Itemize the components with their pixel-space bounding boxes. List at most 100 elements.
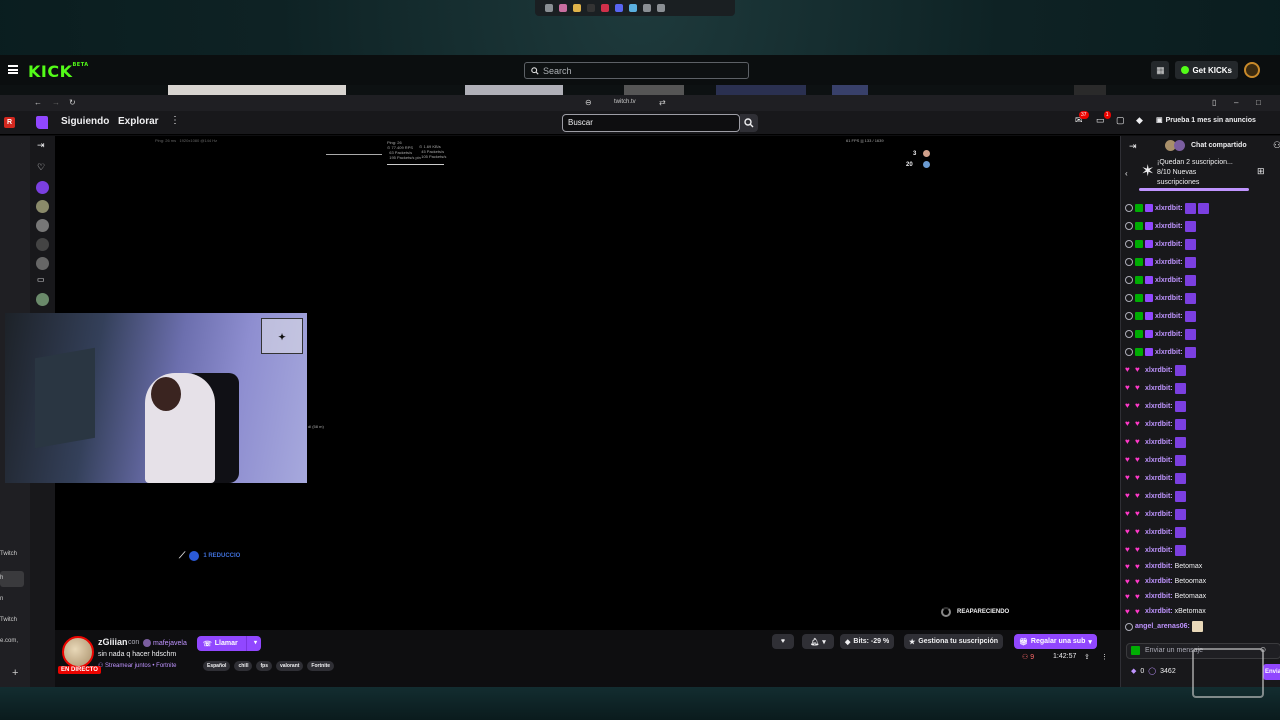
chat-username[interactable]: xlxrdbit: bbox=[1145, 593, 1173, 600]
heart-badge-icon[interactable]: ♥ bbox=[1135, 592, 1143, 601]
search-button[interactable] bbox=[740, 114, 758, 132]
sub-badge-icon[interactable] bbox=[1145, 222, 1153, 230]
chat-username[interactable]: xlxrdbit: bbox=[1145, 385, 1173, 392]
add-icon[interactable]: + bbox=[12, 667, 18, 679]
expand-sidebar-icon[interactable]: ⇥ bbox=[37, 140, 45, 151]
app-icon[interactable] bbox=[601, 4, 609, 12]
heart-badge-icon[interactable]: ♥ bbox=[1135, 456, 1143, 464]
chat-username[interactable]: xlxrdbit: bbox=[1145, 608, 1173, 615]
verified-badge-icon[interactable] bbox=[1135, 240, 1143, 248]
tag[interactable]: chill bbox=[234, 661, 253, 671]
reload-icon[interactable]: ↻ bbox=[69, 98, 76, 107]
app-icon[interactable] bbox=[629, 4, 637, 12]
thumbnail[interactable] bbox=[716, 85, 806, 95]
heart-badge-icon[interactable]: ♥ bbox=[1125, 546, 1133, 554]
followed-channel-avatar[interactable] bbox=[36, 219, 49, 232]
app-icon[interactable] bbox=[657, 4, 665, 12]
heart-badge-icon[interactable]: ♥ bbox=[1135, 366, 1143, 374]
heart-badge-icon[interactable]: ♥ bbox=[1135, 607, 1143, 616]
sidebar-label[interactable]: e.com, bbox=[0, 638, 18, 644]
verified-badge-icon[interactable] bbox=[1135, 330, 1143, 338]
followed-channel-avatar[interactable] bbox=[36, 200, 49, 213]
mod-badge-icon[interactable] bbox=[1125, 240, 1133, 248]
heart-badge-icon[interactable]: ♥ bbox=[1125, 420, 1133, 428]
mod-badge-icon[interactable] bbox=[1125, 222, 1133, 230]
notifications-button[interactable]: 🔔︎ ▾ bbox=[802, 634, 834, 649]
followed-channel-avatar[interactable] bbox=[36, 181, 49, 194]
bits-icon[interactable]: ◆ bbox=[1136, 115, 1143, 126]
library-icon[interactable]: ▦ bbox=[1151, 61, 1170, 79]
manage-subscription-button[interactable]: ★ Gestiona tu suscripción bbox=[904, 634, 1004, 649]
emote[interactable] bbox=[1184, 292, 1196, 304]
collapse-chat-icon[interactable]: ⇥ bbox=[1129, 141, 1137, 152]
verified-badge-icon[interactable] bbox=[1135, 258, 1143, 266]
heart-badge-icon[interactable]: ♥ bbox=[1135, 438, 1143, 446]
verified-badge-icon[interactable] bbox=[1135, 348, 1143, 356]
url-text[interactable]: twitch.tv bbox=[614, 99, 636, 105]
chevron-left-icon[interactable]: ‹ bbox=[1125, 169, 1128, 178]
chat-username[interactable]: xlxrdbit: bbox=[1155, 223, 1183, 230]
emote[interactable] bbox=[1174, 508, 1186, 520]
mod-badge-icon[interactable] bbox=[1125, 312, 1133, 320]
app-icon[interactable] bbox=[545, 4, 553, 12]
users-icon[interactable]: ⚇ bbox=[1273, 140, 1280, 151]
sub-badge-icon[interactable] bbox=[1145, 276, 1153, 284]
emote[interactable] bbox=[1174, 382, 1186, 394]
chat-username[interactable]: xlxrdbit: bbox=[1155, 205, 1183, 212]
emote[interactable] bbox=[1174, 418, 1186, 430]
thumbnail[interactable] bbox=[832, 85, 868, 95]
emote[interactable] bbox=[1174, 364, 1186, 376]
emote[interactable] bbox=[1184, 202, 1196, 214]
heart-badge-icon[interactable]: ♥ bbox=[1125, 607, 1133, 616]
emote[interactable] bbox=[1184, 328, 1196, 340]
thumbnail[interactable] bbox=[1074, 85, 1106, 95]
followed-channel-avatar[interactable] bbox=[36, 238, 49, 251]
twitch-logo[interactable] bbox=[36, 116, 48, 129]
kick-search-input[interactable]: Search bbox=[524, 62, 749, 79]
sidebar-active-item[interactable]: h bbox=[0, 571, 24, 587]
heart-badge-icon[interactable]: ♥ bbox=[1135, 562, 1143, 571]
mod-badge-icon[interactable] bbox=[1125, 258, 1133, 266]
channel-name[interactable]: zGiiian bbox=[98, 637, 128, 647]
chat-username[interactable]: xlxrdbit: bbox=[1155, 331, 1183, 338]
more-options-icon[interactable]: ⋮ bbox=[170, 115, 180, 126]
emote[interactable] bbox=[1197, 202, 1209, 214]
heart-badge-icon[interactable]: ♥ bbox=[1135, 577, 1143, 586]
heart-badge-icon[interactable]: ♥ bbox=[1135, 546, 1143, 554]
heart-badge-icon[interactable]: ♥ bbox=[1125, 510, 1133, 518]
mod-badge-icon[interactable] bbox=[1125, 622, 1133, 631]
mod-badge-icon[interactable] bbox=[1125, 294, 1133, 302]
maximize-icon[interactable]: □ bbox=[1256, 98, 1261, 107]
heart-badge-icon[interactable]: ♥ bbox=[1135, 402, 1143, 410]
chat-username[interactable]: xlxrdbit: bbox=[1145, 439, 1173, 446]
chat-username[interactable]: angel_arenas06: bbox=[1135, 623, 1190, 630]
chat-username[interactable]: xlxrdbit: bbox=[1155, 259, 1183, 266]
heart-badge-icon[interactable]: ♥ bbox=[1125, 492, 1133, 500]
ad-free-promo-button[interactable]: ▣ Prueba 1 mes sin anuncios bbox=[1156, 116, 1256, 125]
emote[interactable] bbox=[1191, 621, 1203, 632]
verified-badge-icon[interactable] bbox=[1135, 294, 1143, 302]
chat-username[interactable]: xlxrdbit: bbox=[1145, 563, 1173, 570]
sidebar-label[interactable]: Twitch bbox=[0, 617, 17, 623]
link-icon[interactable]: ⊖ bbox=[585, 98, 592, 107]
emote[interactable] bbox=[1174, 454, 1186, 466]
back-icon[interactable]: ← bbox=[34, 98, 42, 107]
heart-badge-icon[interactable]: ♥ bbox=[1125, 384, 1133, 392]
stream-category[interactable]: ⚇ Streamear juntos • Fortnite bbox=[98, 662, 177, 669]
chat-username[interactable]: xlxrdbit: bbox=[1145, 511, 1173, 518]
thumbnail[interactable] bbox=[168, 85, 346, 95]
cohost-channel[interactable]: mafejavela bbox=[143, 639, 187, 647]
thumbnail[interactable] bbox=[624, 85, 684, 95]
bits-button[interactable]: ◆ Bits: -29 % bbox=[840, 634, 895, 649]
emote[interactable] bbox=[1174, 400, 1186, 412]
follow-heart-button[interactable]: ♥ bbox=[772, 634, 794, 649]
badge-icon[interactable] bbox=[1131, 646, 1140, 655]
emote[interactable] bbox=[1184, 274, 1196, 286]
menu-icon[interactable] bbox=[8, 65, 18, 74]
tag[interactable]: Fortnite bbox=[307, 661, 335, 671]
heart-badge-icon[interactable]: ♥ bbox=[1125, 438, 1133, 446]
minimize-icon[interactable]: – bbox=[1234, 98, 1238, 107]
chat-username[interactable]: xlxrdbit: bbox=[1155, 313, 1183, 320]
heart-badge-icon[interactable]: ♥ bbox=[1125, 456, 1133, 464]
more-options-icon[interactable]: ⋮ bbox=[1101, 653, 1108, 661]
